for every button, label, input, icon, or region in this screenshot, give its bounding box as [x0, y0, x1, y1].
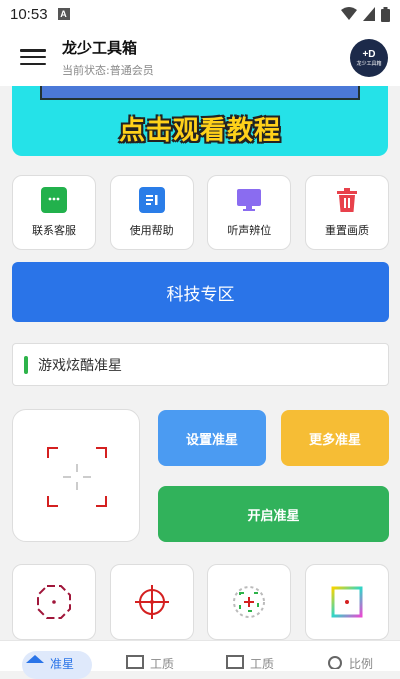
field-accent-bar: [24, 355, 28, 374]
search-icon: [327, 656, 342, 669]
crosshair-style-option[interactable]: [304, 564, 389, 640]
app-bar: 龙少工具箱 当前状态:普通会员 +D 龙少工具箱: [0, 28, 400, 86]
set-crosshair-button[interactable]: 设置准星: [158, 410, 266, 466]
status-time: 10:53: [10, 5, 48, 23]
home-icon: [25, 655, 44, 663]
tab-label: 工质: [149, 657, 174, 671]
crosshair-preview-icon: [47, 447, 107, 507]
tab-crosshair[interactable]: 准星: [0, 641, 100, 679]
tab-label: 工质: [249, 657, 274, 671]
monitor-icon: [236, 187, 262, 213]
chat-icon: [41, 187, 67, 213]
more-crosshair-button[interactable]: 更多准星: [281, 410, 389, 466]
tab-ratio[interactable]: 比例: [300, 641, 400, 671]
help-card[interactable]: 使用帮助: [109, 175, 194, 250]
status-bar: 10:53 A: [0, 0, 400, 28]
circle-crosshair-icon: [134, 585, 169, 619]
banner-strip: [40, 86, 360, 100]
signal-icon: [363, 7, 375, 21]
hamburger-menu-icon[interactable]: [18, 45, 48, 69]
rainbow-square-crosshair-icon: [331, 586, 363, 618]
tab-label: 比例: [348, 657, 373, 671]
tab-quality-1[interactable]: 工质: [100, 641, 200, 671]
reset-quality-card[interactable]: 重置画质: [304, 175, 389, 250]
quick-actions: 联系客服 使用帮助 听声辨位 重置画质: [12, 175, 389, 250]
app-title: 龙少工具箱: [62, 38, 138, 57]
grid-icon: [225, 655, 244, 669]
help-label: 使用帮助: [129, 224, 174, 237]
sound-locate-label: 听声辨位: [227, 224, 272, 237]
sound-locate-card[interactable]: 听声辨位: [207, 175, 292, 250]
contact-service-label: 联系客服: [32, 224, 76, 237]
crosshair-styles: [12, 564, 389, 640]
membership-status: 当前状态:普通会员: [62, 63, 154, 77]
contact-service-card[interactable]: 联系客服: [12, 175, 96, 250]
tab-label: 准星: [49, 657, 74, 671]
battery-icon: [381, 6, 390, 22]
list-icon: [125, 655, 144, 669]
octagon-crosshair-icon: [37, 585, 71, 619]
crosshair-style-option[interactable]: [207, 564, 292, 640]
crosshair-preview: [12, 409, 140, 542]
wifi-icon: [341, 7, 357, 20]
tab-quality-2[interactable]: 工质: [200, 641, 300, 671]
avatar-text: 龙少工具箱: [356, 61, 382, 67]
trash-icon: [334, 187, 360, 213]
enable-crosshair-button[interactable]: 开启准星: [158, 486, 389, 542]
game-name-field[interactable]: 游戏炫酷准星: [12, 343, 389, 386]
avatar-logo-icon: +D: [362, 49, 376, 60]
tech-zone-button[interactable]: 科技专区: [12, 262, 389, 322]
document-icon: [138, 187, 165, 213]
game-name-value: 游戏炫酷准星: [38, 357, 122, 374]
tutorial-banner[interactable]: 点击观看教程: [12, 86, 388, 156]
bottom-tab-bar: 准星 工质 工质 比例: [0, 640, 400, 679]
banner-cta: 点击观看教程: [118, 116, 281, 146]
avatar[interactable]: +D 龙少工具箱: [350, 39, 388, 77]
crosshair-style-option[interactable]: [12, 564, 96, 640]
crosshair-style-option[interactable]: [109, 564, 194, 640]
green-dashed-crosshair-icon: [233, 586, 266, 618]
reset-quality-label: 重置画质: [324, 224, 369, 237]
a-icon: A: [57, 8, 70, 20]
